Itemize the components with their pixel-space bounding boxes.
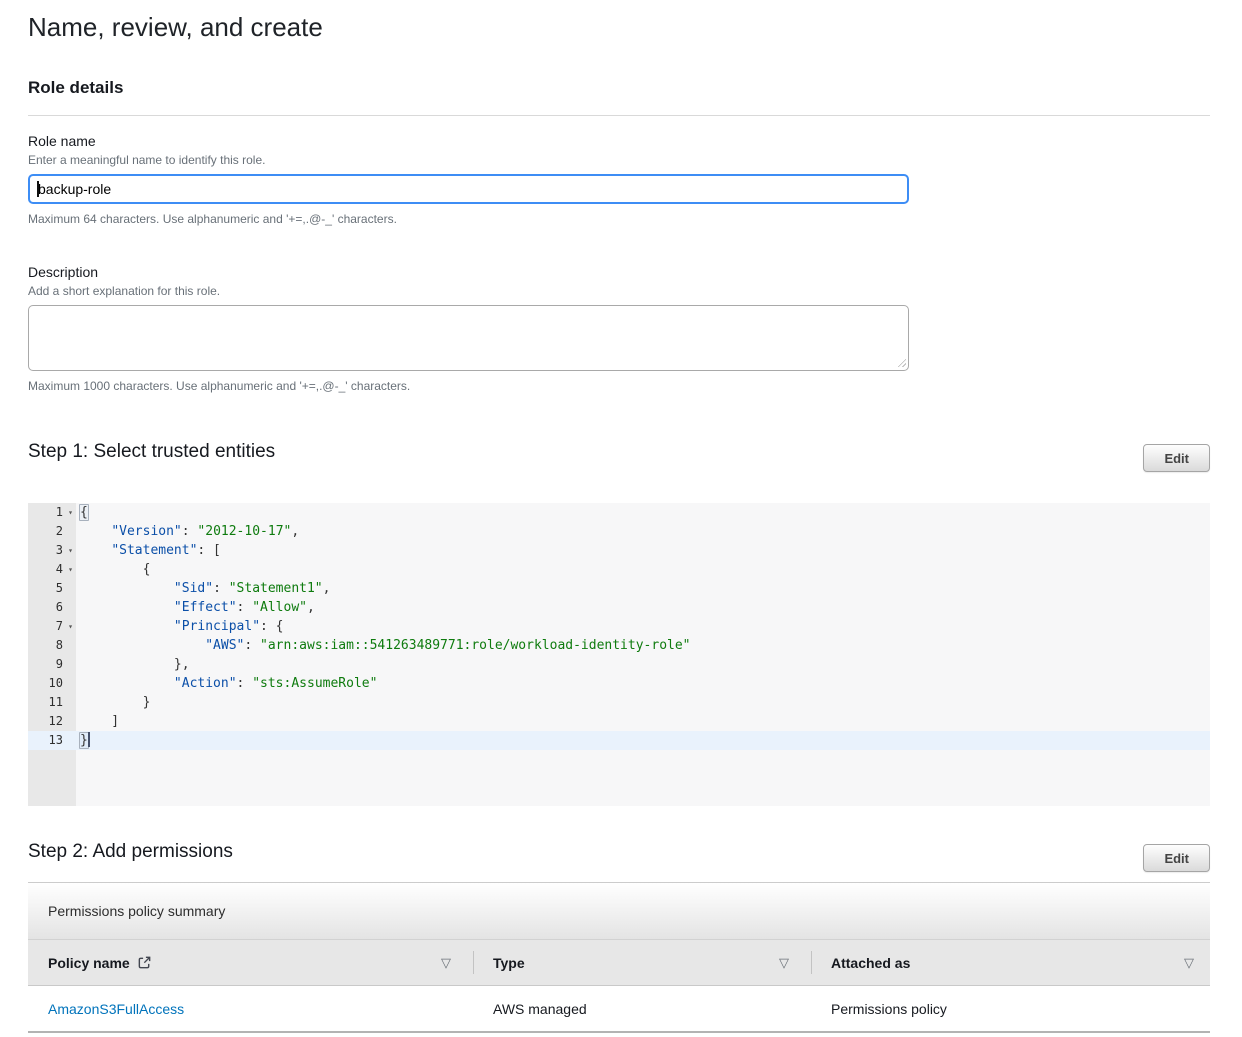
description-label: Description (28, 263, 1210, 281)
fold-arrow-icon[interactable]: ▾ (63, 541, 73, 560)
description-input[interactable] (28, 305, 909, 371)
table-cell: Permissions policy (811, 1001, 1210, 1017)
editor-line: 2 "Version": "2012-10-17", (28, 522, 1210, 541)
fold-arrow-icon[interactable]: ▾ (63, 617, 73, 636)
role-name-field: Role name Enter a meaningful name to ide… (28, 132, 1210, 227)
column-header-policy-name: Policy name ▽ (28, 940, 473, 985)
editor-line: 11 } (28, 693, 1210, 712)
policy-name-link[interactable]: AmazonS3FullAccess (28, 1001, 473, 1017)
editor-caret (88, 732, 90, 747)
main-content: Name, review, and create Role details Ro… (0, 0, 1242, 1033)
external-link-icon (137, 955, 152, 970)
step1-edit-button[interactable]: Edit (1143, 444, 1210, 472)
description-hint: Maximum 1000 characters. Use alphanumeri… (28, 378, 1210, 394)
description-field: Description Add a short explanation for … (28, 263, 1210, 394)
fold-arrow-icon[interactable]: ▾ (63, 560, 73, 579)
table-row: AmazonS3FullAccessAWS managedPermissions… (28, 986, 1210, 1033)
section-divider (28, 115, 1210, 116)
editor-line: 10 "Action": "sts:AssumeRole" (28, 674, 1210, 693)
editor-line: 1▾{ (28, 503, 1210, 522)
filter-icon[interactable]: ▽ (1184, 956, 1194, 969)
editor-line: 8 "AWS": "arn:aws:iam::541263489771:role… (28, 636, 1210, 655)
filter-icon[interactable]: ▽ (441, 956, 451, 969)
editor-line: 7▾ "Principal": { (28, 617, 1210, 636)
editor-line: 6 "Effect": "Allow", (28, 598, 1210, 617)
editor-line: 3▾ "Statement": [ (28, 541, 1210, 560)
step2-heading: Step 2: Add permissions (28, 840, 233, 864)
text-caret (37, 181, 39, 197)
permissions-panel-title: Permissions policy summary (28, 883, 1210, 940)
step2-header-row: Step 2: Add permissions Edit (28, 840, 1210, 872)
code-editor-lines: 1▾{2 "Version": "2012-10-17",3▾ "Stateme… (28, 503, 1210, 750)
permissions-panel: Permissions policy summary Policy name ▽… (28, 882, 1210, 1033)
page-title: Name, review, and create (28, 12, 1210, 42)
column-header-attached-as: Attached as ▽ (811, 940, 1210, 985)
step2-edit-button[interactable]: Edit (1143, 844, 1210, 872)
filter-icon[interactable]: ▽ (779, 956, 789, 969)
policy-table-body: AmazonS3FullAccessAWS managedPermissions… (28, 986, 1210, 1033)
role-name-label: Role name (28, 132, 1210, 150)
editor-line: 12 ] (28, 712, 1210, 731)
step1-header-row: Step 1: Select trusted entities Edit (28, 440, 1210, 472)
description-helper: Add a short explanation for this role. (28, 283, 1210, 299)
fold-arrow-icon[interactable]: ▾ (63, 503, 73, 522)
trust-policy-code-editor[interactable]: 1▾{2 "Version": "2012-10-17",3▾ "Stateme… (28, 503, 1210, 806)
step1-heading: Step 1: Select trusted entities (28, 440, 275, 464)
role-details-heading: Role details (28, 78, 1210, 97)
editor-line: 5 "Sid": "Statement1", (28, 579, 1210, 598)
policy-table-header: Policy name ▽ Type ▽ Attached as (28, 940, 1210, 986)
editor-line: 9 }, (28, 655, 1210, 674)
editor-line: 13} (28, 731, 1210, 750)
role-name-hint: Maximum 64 characters. Use alphanumeric … (28, 211, 1210, 227)
column-header-type: Type ▽ (473, 940, 811, 985)
table-cell: AWS managed (473, 1001, 811, 1017)
editor-line: 4▾ { (28, 560, 1210, 579)
role-name-helper: Enter a meaningful name to identify this… (28, 152, 1210, 168)
role-name-input[interactable] (28, 174, 909, 204)
